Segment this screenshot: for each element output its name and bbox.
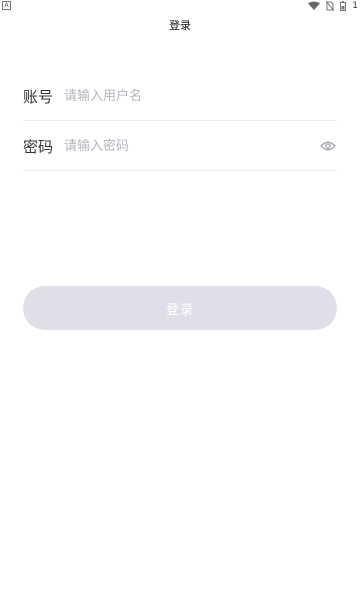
account-row: 账号 (23, 72, 337, 121)
page-title: 登录 (169, 19, 191, 32)
status-icons: 1 (308, 0, 358, 12)
password-input[interactable] (64, 134, 320, 158)
login-button[interactable]: 登录 (23, 286, 337, 330)
no-sim-icon (326, 1, 335, 11)
account-input[interactable] (64, 84, 337, 108)
eye-icon[interactable] (320, 138, 336, 154)
password-row: 密码 (23, 122, 337, 171)
account-label: 账号 (23, 87, 54, 106)
notification-icon: A (2, 1, 11, 10)
status-bar: A 1 (0, 0, 360, 14)
wifi-icon (308, 1, 321, 10)
status-time: 1 (352, 1, 358, 11)
battery-icon (340, 1, 347, 11)
password-label: 密码 (23, 137, 54, 156)
